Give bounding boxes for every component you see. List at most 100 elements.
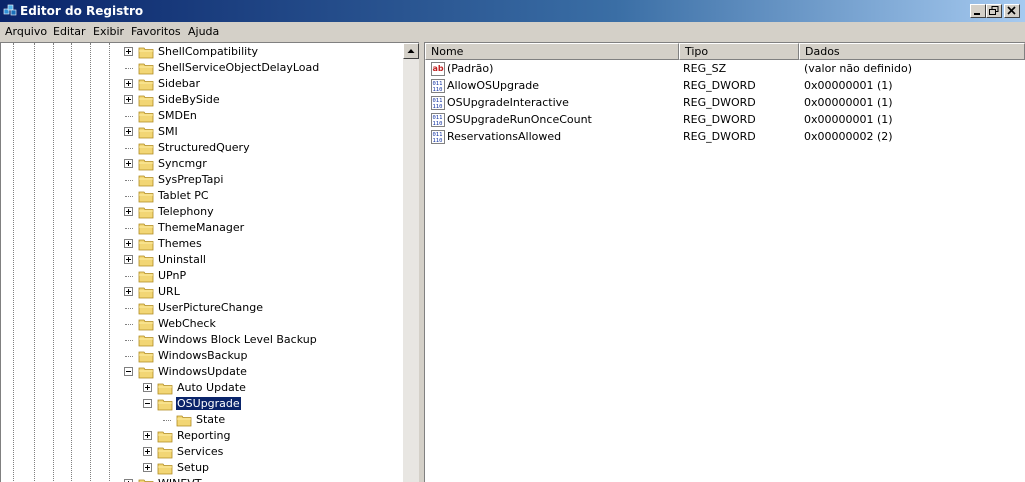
value-row[interactable]: 011 110 ReservationsAllowed REG_DWORD 0x0000…	[425, 129, 1025, 146]
folder-icon	[157, 399, 173, 411]
tree-node-label[interactable]: WebCheck	[157, 317, 217, 330]
column-header-data[interactable]: Dados	[799, 43, 1025, 60]
title-bar[interactable]: Editor do Registro	[0, 0, 1025, 22]
tree-node[interactable]: WindowsBackup	[1, 348, 401, 364]
tree-node-label[interactable]: ThemeManager	[157, 221, 245, 234]
tree-node-label[interactable]: Telephony	[157, 205, 215, 218]
tree-node[interactable]: Windows Block Level Backup	[1, 332, 401, 348]
menu-exibir[interactable]: Exibir	[93, 25, 124, 38]
minimize-button[interactable]	[970, 4, 986, 18]
value-row[interactable]: 011 110 OSUpgradeRunOnceCount REG_DWORD 0x00…	[425, 112, 1025, 129]
menu-ajuda[interactable]: Ajuda	[188, 25, 219, 38]
tree-node[interactable]: SMI	[1, 124, 401, 140]
expand-icon[interactable]	[124, 239, 133, 248]
tree-node-label[interactable]: Reporting	[176, 429, 231, 442]
tree-node[interactable]: ThemeManager	[1, 220, 401, 236]
tree-node[interactable]: Reporting	[1, 428, 401, 444]
expand-icon[interactable]	[124, 287, 133, 296]
tree-node-label[interactable]: SysPrepTapi	[157, 173, 224, 186]
collapse-icon[interactable]	[124, 367, 133, 376]
value-row[interactable]: 011 110 AllowOSUpgrade REG_DWORD 0x00000001 …	[425, 78, 1025, 95]
expand-icon[interactable]	[143, 463, 152, 472]
menu-bar: Arquivo Editar Exibir Favoritos Ajuda	[0, 22, 1025, 41]
tree-node[interactable]: WindowsUpdate	[1, 364, 401, 380]
tree-node-label[interactable]: ShellServiceObjectDelayLoad	[157, 61, 320, 74]
value-row[interactable]: 011 110 OSUpgradeInteractive REG_DWORD 0x000…	[425, 95, 1025, 112]
value-row[interactable]: ab (Padrão) REG_SZ (valor não definido)	[425, 61, 1025, 78]
close-button[interactable]	[1004, 4, 1020, 18]
collapse-icon[interactable]	[143, 399, 152, 408]
expand-icon[interactable]	[124, 95, 133, 104]
menu-editar[interactable]: Editar	[53, 25, 86, 38]
tree-node[interactable]: Telephony	[1, 204, 401, 220]
restore-button[interactable]	[986, 4, 1002, 18]
tree-node-label[interactable]: Setup	[176, 461, 210, 474]
column-header-name[interactable]: Nome	[425, 43, 679, 60]
tree-node-label[interactable]: UserPictureChange	[157, 301, 264, 314]
tree-node[interactable]: ShellCompatibility	[1, 44, 401, 60]
tree-node-label[interactable]: OSUpgrade	[175, 396, 242, 411]
menu-arquivo[interactable]: Arquivo	[5, 25, 47, 38]
folder-icon	[138, 303, 154, 315]
tree-node[interactable]: SideBySide	[1, 92, 401, 108]
tree-node-label[interactable]: Uninstall	[157, 253, 207, 266]
tree-node[interactable]: Sidebar	[1, 76, 401, 92]
tree-node-label[interactable]: Auto Update	[176, 381, 247, 394]
column-header-type[interactable]: Tipo	[679, 43, 799, 60]
tree-node[interactable]: Syncmgr	[1, 156, 401, 172]
tree-node[interactable]: UserPictureChange	[1, 300, 401, 316]
tree-node-label[interactable]: URL	[157, 285, 181, 298]
tree-node-label[interactable]: WindowsBackup	[157, 349, 248, 362]
tree-node-label[interactable]: SMI	[157, 125, 179, 138]
value-data: 0x00000002 (2)	[804, 130, 893, 143]
folder-icon	[157, 447, 173, 459]
expand-icon[interactable]	[124, 79, 133, 88]
tree-node[interactable]: State	[1, 412, 401, 428]
tree-node-label[interactable]: Tablet PC	[157, 189, 210, 202]
expand-icon[interactable]	[124, 255, 133, 264]
tree-node-label[interactable]: Services	[176, 445, 224, 458]
expand-icon[interactable]	[124, 127, 133, 136]
tree-node-label[interactable]: WINEVT	[157, 477, 203, 482]
svg-text:110: 110	[433, 138, 443, 144]
tree-vertical-scrollbar[interactable]	[403, 43, 419, 482]
tree-node[interactable]: WebCheck	[1, 316, 401, 332]
menu-favoritos[interactable]: Favoritos	[131, 25, 181, 38]
tree-node-label[interactable]: SMDEn	[157, 109, 198, 122]
tree-node[interactable]: OSUpgrade	[1, 396, 401, 412]
tree-node-label[interactable]: StructuredQuery	[157, 141, 251, 154]
tree-connector-line	[125, 356, 133, 357]
tree-node[interactable]: Uninstall	[1, 252, 401, 268]
tree-node-label[interactable]: State	[195, 413, 226, 426]
tree-node[interactable]: SysPrepTapi	[1, 172, 401, 188]
tree-node[interactable]: Setup	[1, 460, 401, 476]
values-list-pane[interactable]: Nome Tipo Dados ab (Padrão) REG_SZ (valor n…	[424, 42, 1025, 482]
tree-node-label[interactable]: Syncmgr	[157, 157, 208, 170]
tree-node-label[interactable]: ShellCompatibility	[157, 45, 259, 58]
expand-icon[interactable]	[143, 447, 152, 456]
registry-tree-pane[interactable]: ShellCompatibility ShellServiceObjectDela…	[0, 42, 419, 482]
tree-node[interactable]: Auto Update	[1, 380, 401, 396]
tree-node[interactable]: URL	[1, 284, 401, 300]
expand-icon[interactable]	[143, 383, 152, 392]
tree-node-label[interactable]: SideBySide	[157, 93, 221, 106]
tree-node[interactable]: Tablet PC	[1, 188, 401, 204]
tree-node-label[interactable]: UPnP	[157, 269, 187, 282]
tree-node[interactable]: UPnP	[1, 268, 401, 284]
tree-node[interactable]: SMDEn	[1, 108, 401, 124]
tree-node-label[interactable]: Windows Block Level Backup	[157, 333, 318, 346]
tree-node[interactable]: Services	[1, 444, 401, 460]
expand-icon[interactable]	[124, 47, 133, 56]
tree-node[interactable]: Themes	[1, 236, 401, 252]
tree-node[interactable]: WINEVT	[1, 476, 401, 482]
expand-icon[interactable]	[124, 207, 133, 216]
expand-icon[interactable]	[124, 159, 133, 168]
tree-node[interactable]: StructuredQuery	[1, 140, 401, 156]
scroll-up-button[interactable]	[403, 43, 419, 59]
tree-node[interactable]: ShellServiceObjectDelayLoad	[1, 60, 401, 76]
expand-icon[interactable]	[143, 431, 152, 440]
tree-node-label[interactable]: Themes	[157, 237, 203, 250]
folder-icon	[138, 271, 154, 283]
tree-node-label[interactable]: WindowsUpdate	[157, 365, 248, 378]
tree-node-label[interactable]: Sidebar	[157, 77, 201, 90]
